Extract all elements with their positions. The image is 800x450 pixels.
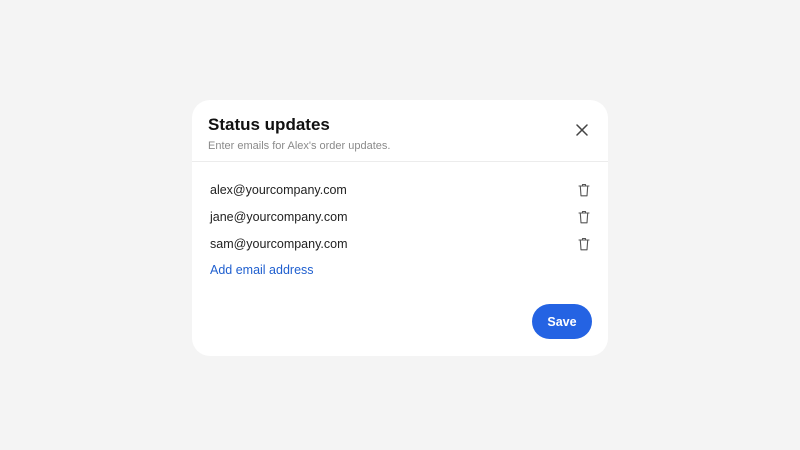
save-button[interactable]: Save bbox=[532, 304, 592, 339]
delete-email-button[interactable] bbox=[576, 182, 592, 198]
email-address: jane@yourcompany.com bbox=[210, 209, 348, 224]
email-row: jane@yourcompany.com bbox=[192, 203, 608, 230]
email-row: sam@yourcompany.com bbox=[192, 230, 608, 257]
email-address: sam@yourcompany.com bbox=[210, 236, 348, 251]
close-icon bbox=[576, 124, 588, 136]
trash-icon bbox=[578, 237, 590, 251]
email-row: alex@yourcompany.com bbox=[192, 176, 608, 203]
trash-icon bbox=[578, 210, 590, 224]
delete-email-button[interactable] bbox=[576, 209, 592, 225]
trash-icon bbox=[578, 183, 590, 197]
delete-email-button[interactable] bbox=[576, 236, 592, 252]
status-updates-dialog: Status updates Enter emails for Alex's o… bbox=[192, 100, 608, 356]
add-email-link[interactable]: Add email address bbox=[210, 261, 590, 279]
dialog-title: Status updates bbox=[208, 115, 330, 134]
close-button[interactable] bbox=[572, 120, 592, 140]
dialog-header: Status updates Enter emails for Alex's o… bbox=[192, 100, 608, 162]
dialog-subtitle: Enter emails for Alex's order updates. bbox=[208, 140, 391, 152]
email-list: alex@yourcompany.com jane@yourcompany.co… bbox=[192, 162, 608, 279]
email-address: alex@yourcompany.com bbox=[210, 182, 347, 197]
